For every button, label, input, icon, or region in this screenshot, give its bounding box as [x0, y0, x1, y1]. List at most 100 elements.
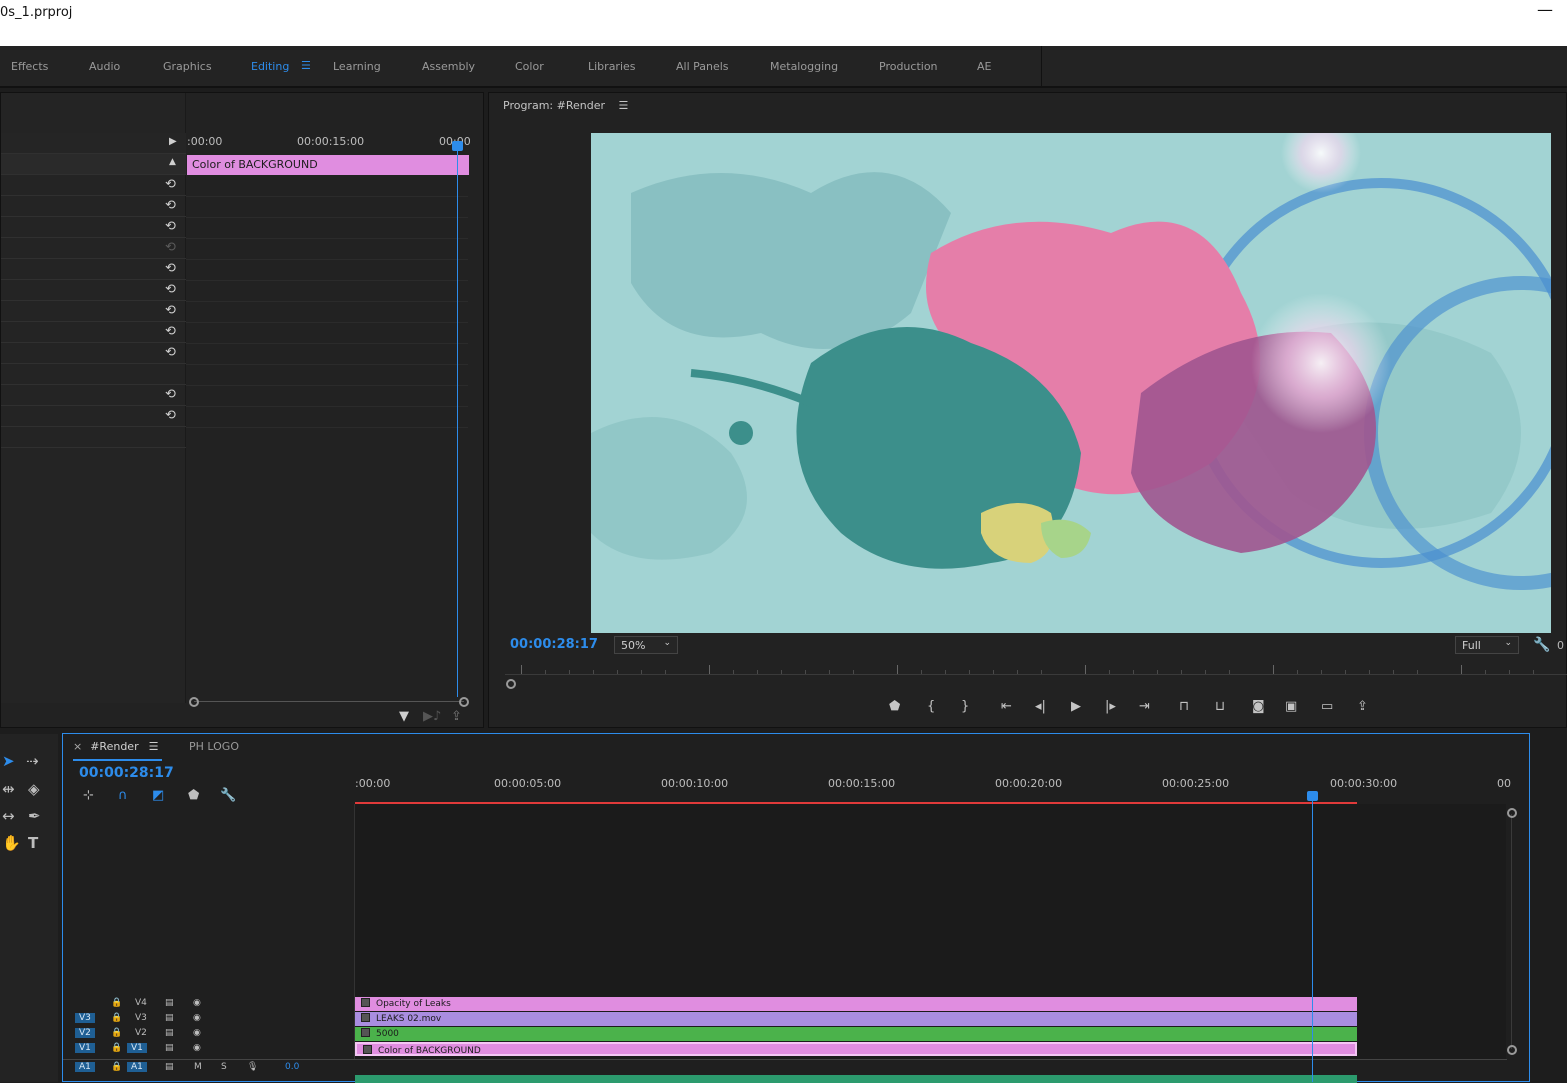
scroll-handle-left[interactable]: [189, 697, 199, 707]
lock-icon[interactable]: 🔒: [111, 1028, 122, 1038]
timeline-ruler[interactable]: :00:00 00:00:05:00 00:00:10:00 00:00:15:…: [355, 774, 1511, 804]
reset-icon[interactable]: ⟲: [165, 345, 176, 360]
sync-lock-icon[interactable]: ▤: [165, 1013, 174, 1023]
reset-icon[interactable]: ⟲: [165, 408, 176, 423]
effect-timeline-ruler[interactable]: :00:00 00:00:15:00 00:00: [187, 133, 471, 155]
eye-icon[interactable]: ◉: [193, 1028, 201, 1038]
workspace-tab-assembly[interactable]: Assembly: [422, 60, 475, 73]
eye-icon[interactable]: ◉: [193, 998, 201, 1008]
timeline-playhead-handle[interactable]: [1307, 791, 1318, 801]
mute-button[interactable]: M: [194, 1062, 202, 1072]
clip-opacity-of-leaks[interactable]: Opacity of Leaks: [355, 997, 1357, 1011]
reset-icon[interactable]: ⟲: [165, 177, 176, 192]
workspace-tab-audio[interactable]: Audio: [89, 60, 120, 73]
microphone-icon[interactable]: 🎙: [247, 1062, 258, 1072]
timeline-vertical-scrollbar[interactable]: [1511, 814, 1512, 1049]
program-timecode[interactable]: 00:00:28:17: [510, 637, 598, 652]
scroll-handle-top[interactable]: [1507, 808, 1517, 818]
track-target[interactable]: V2: [75, 1028, 95, 1038]
panel-menu-icon[interactable]: ☰: [619, 99, 629, 112]
workspace-tab-editing[interactable]: Editing: [251, 60, 289, 73]
close-icon[interactable]: ×: [73, 740, 82, 753]
safe-margins-icon[interactable]: ▭: [1321, 699, 1333, 714]
lock-icon[interactable]: 🔒: [111, 998, 122, 1008]
minimize-button[interactable]: —: [1537, 0, 1553, 19]
lock-icon[interactable]: 🔒: [111, 1043, 122, 1053]
mark-in-icon[interactable]: {: [927, 699, 935, 714]
reset-icon[interactable]: ⟲: [165, 198, 176, 213]
pen-tool-icon[interactable]: ✒: [28, 807, 41, 825]
effect-zoom-scrollbar[interactable]: [194, 701, 464, 702]
play-icon[interactable]: ▶: [1071, 699, 1081, 714]
add-marker-icon[interactable]: ⬟: [188, 788, 199, 803]
filter-icon[interactable]: ▼: [399, 709, 409, 724]
step-back-icon[interactable]: ◂|: [1035, 699, 1046, 714]
add-marker-icon[interactable]: ⬟: [889, 699, 900, 714]
eye-icon[interactable]: ◉: [193, 1043, 201, 1053]
clip-leaks-02[interactable]: LEAKS 02.mov: [355, 1012, 1357, 1026]
linked-selection-icon[interactable]: ◩: [152, 788, 164, 803]
type-tool-icon[interactable]: T: [28, 834, 38, 852]
sync-lock-icon[interactable]: ▤: [165, 998, 174, 1008]
clip-color-of-background[interactable]: Color of BACKGROUND: [355, 1042, 1357, 1056]
sync-lock-icon[interactable]: ▤: [165, 1043, 174, 1053]
program-scrub-bar[interactable]: [505, 663, 1567, 675]
sync-lock-icon[interactable]: ▤: [165, 1062, 174, 1072]
timeline-settings-wrench-icon[interactable]: 🔧: [220, 788, 236, 803]
track-name[interactable]: V1: [127, 1043, 147, 1053]
workspace-tab-ae[interactable]: AE: [977, 60, 991, 73]
reset-icon[interactable]: ⟲: [165, 282, 176, 297]
scrub-start-handle[interactable]: [506, 679, 516, 689]
export-frame-icon[interactable]: ◙: [1252, 699, 1265, 714]
insert-sequence-icon[interactable]: ⊹: [83, 788, 94, 803]
reset-icon[interactable]: ⟲: [165, 387, 176, 402]
collapse-arrow-icon[interactable]: ▲: [169, 157, 176, 167]
solo-button[interactable]: S: [221, 1062, 227, 1072]
track-name[interactable]: A1: [127, 1062, 147, 1072]
reset-icon[interactable]: ⟲: [165, 261, 176, 276]
workspace-tab-all-panels[interactable]: All Panels: [676, 60, 729, 73]
expand-arrow-icon[interactable]: ▶: [169, 136, 177, 147]
clip-5000[interactable]: 5000: [355, 1027, 1357, 1041]
scroll-handle-right[interactable]: [459, 697, 469, 707]
export-icon[interactable]: ⇪: [1357, 699, 1368, 714]
track-volume[interactable]: 0.0: [285, 1062, 299, 1072]
workspace-tab-color[interactable]: Color: [515, 60, 544, 73]
export-icon[interactable]: ⇪: [451, 709, 462, 724]
reset-icon[interactable]: ⟲: [165, 303, 176, 318]
mark-out-icon[interactable]: }: [961, 699, 969, 714]
workspace-tab-libraries[interactable]: Libraries: [588, 60, 636, 73]
reset-icon[interactable]: ⟲: [165, 219, 176, 234]
extract-icon[interactable]: ⊔: [1215, 699, 1225, 714]
scroll-handle-bottom[interactable]: [1507, 1045, 1517, 1055]
workspace-menu-icon[interactable]: ☰: [301, 59, 311, 72]
quality-dropdown[interactable]: Full ⌄: [1455, 636, 1519, 654]
razor-tool-icon[interactable]: ◈: [28, 780, 40, 798]
sync-lock-icon[interactable]: ▤: [165, 1028, 174, 1038]
sequence-tab-render[interactable]: × #Render ☰: [73, 740, 163, 761]
snap-magnet-icon[interactable]: ∩: [118, 788, 128, 803]
step-forward-icon[interactable]: |▸: [1105, 699, 1116, 714]
hand-tool-icon[interactable]: ✋: [2, 834, 21, 852]
effect-clip-bar[interactable]: Color of BACKGROUND: [187, 155, 469, 175]
reset-icon[interactable]: ⟲: [165, 324, 176, 339]
workspace-tab-learning[interactable]: Learning: [333, 60, 381, 73]
comparison-view-icon[interactable]: ▣: [1285, 699, 1297, 714]
lift-icon[interactable]: ⊓: [1179, 699, 1189, 714]
workspace-tab-production[interactable]: Production: [879, 60, 938, 73]
selection-tool-icon[interactable]: ➤: [2, 752, 15, 770]
go-to-in-icon[interactable]: ⇤: [1001, 699, 1012, 714]
ripple-edit-tool-icon[interactable]: ⇹: [2, 780, 15, 798]
sequence-tab-ph-logo[interactable]: PH LOGO: [189, 740, 239, 753]
workspace-tab-effects[interactable]: Effects: [11, 60, 48, 73]
track-target[interactable]: A1: [75, 1062, 95, 1072]
go-to-out-icon[interactable]: ⇥: [1139, 699, 1150, 714]
track-target[interactable]: V1: [75, 1043, 95, 1053]
effect-playhead-handle[interactable]: [452, 141, 463, 151]
timeline-timecode[interactable]: 00:00:28:17: [79, 765, 174, 781]
track-select-tool-icon[interactable]: ⇢: [26, 752, 39, 770]
zoom-dropdown[interactable]: 50% ⌄: [614, 636, 678, 654]
eye-icon[interactable]: ◉: [193, 1013, 201, 1023]
track-target[interactable]: V3: [75, 1013, 95, 1023]
workspace-tab-metalogging[interactable]: Metalogging: [770, 60, 838, 73]
